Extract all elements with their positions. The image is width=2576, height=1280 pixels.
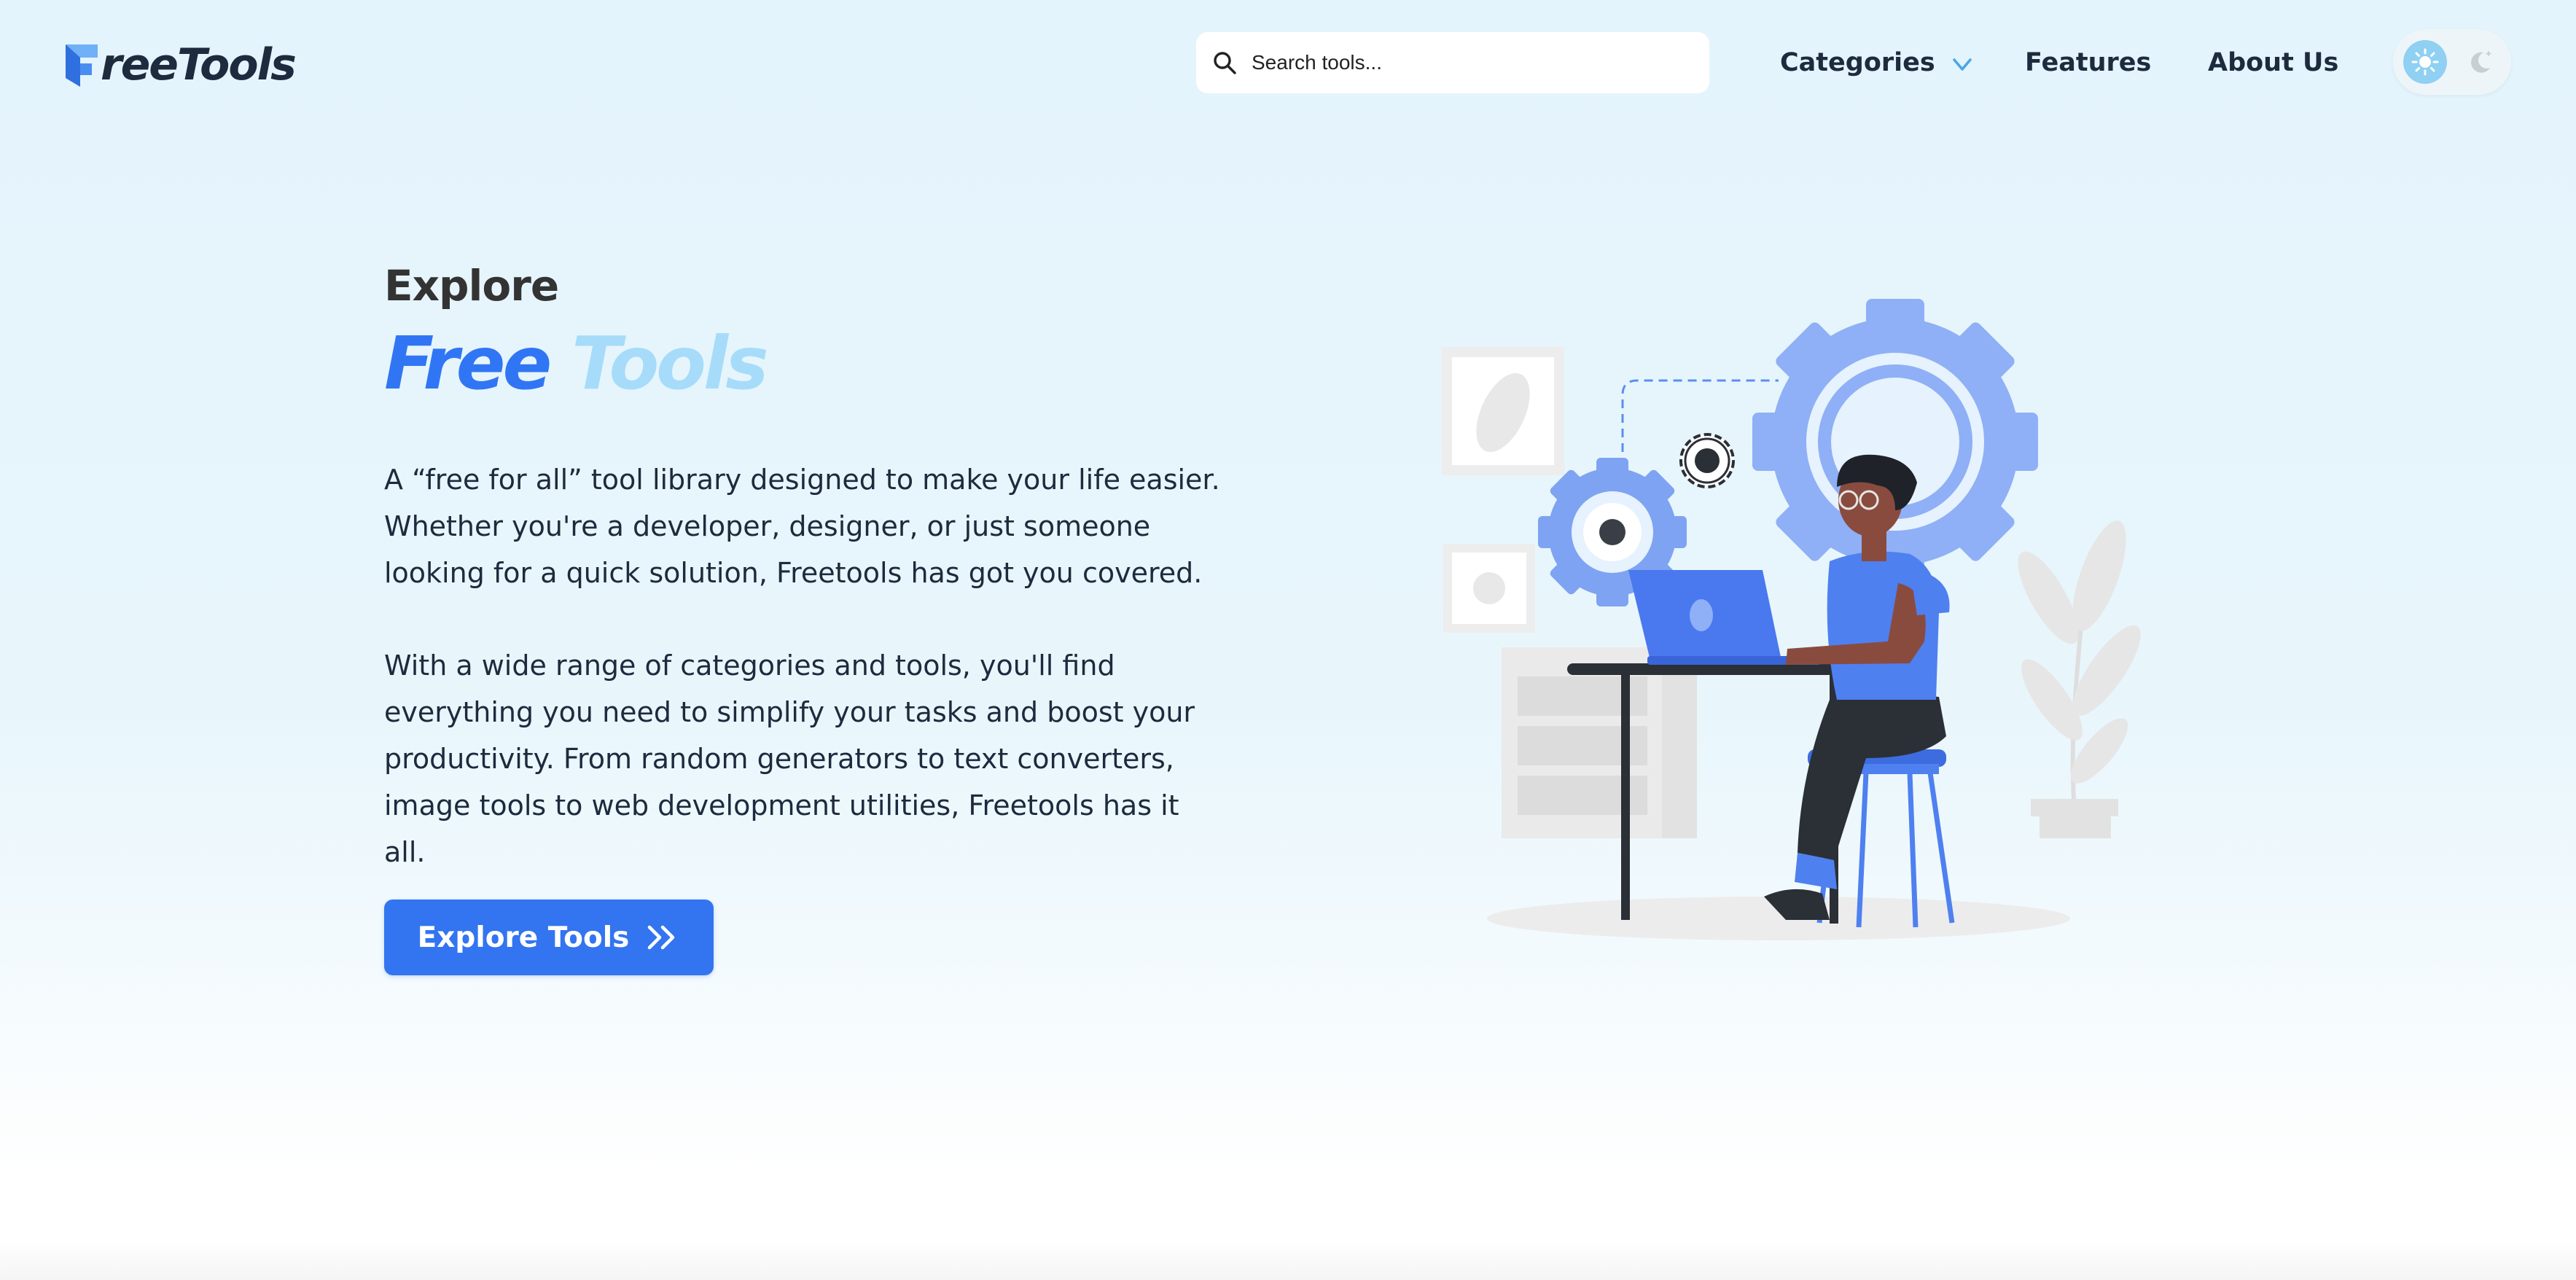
search-input[interactable] xyxy=(1252,41,1674,85)
wall-frame-small xyxy=(1443,544,1535,633)
wall-frame-large xyxy=(1442,347,1564,475)
moon-icon xyxy=(2471,51,2491,73)
logo-mark-icon xyxy=(66,44,98,87)
dark-mode-button[interactable] xyxy=(2459,40,2502,84)
search-icon xyxy=(1214,52,1236,74)
bottom-section-divider xyxy=(0,1239,2576,1280)
nav-features[interactable]: Features xyxy=(2025,44,2151,82)
light-mode-button[interactable] xyxy=(2403,40,2447,84)
site-header: reeTools Categories Features About Us xyxy=(0,0,2576,124)
large-gear-icon xyxy=(1752,299,2038,585)
nav-categories-label: Categories xyxy=(1780,48,1935,77)
drawer-cabinet xyxy=(1502,647,1697,838)
tiny-gear-icon xyxy=(1679,433,1735,488)
chevron-down-icon xyxy=(1952,58,1972,71)
explore-tools-label: Explore Tools xyxy=(417,921,630,954)
search-bar xyxy=(1196,32,1709,93)
hero-title-tools: Tools xyxy=(571,321,769,406)
sun-icon xyxy=(2411,48,2439,76)
logo-text: reeTools xyxy=(101,39,297,90)
explore-tools-button[interactable]: Explore Tools xyxy=(384,899,714,975)
hero-description-1: A “free for all” tool library designed t… xyxy=(384,464,1220,589)
hero-title: Free Tools xyxy=(384,321,769,408)
hero-illustration xyxy=(1442,299,2141,940)
hero-title-free: Free xyxy=(384,321,552,406)
nav-categories[interactable]: Categories xyxy=(1780,44,1973,82)
logo[interactable]: reeTools xyxy=(64,39,297,90)
hero-description-2: With a wide range of categories and tool… xyxy=(384,649,1195,868)
hero-eyebrow: Explore xyxy=(384,261,559,311)
nav-about-us[interactable]: About Us xyxy=(2208,44,2338,82)
double-chevron-right-icon xyxy=(648,925,675,950)
theme-toggle xyxy=(2393,29,2511,95)
plant xyxy=(2018,520,2141,838)
